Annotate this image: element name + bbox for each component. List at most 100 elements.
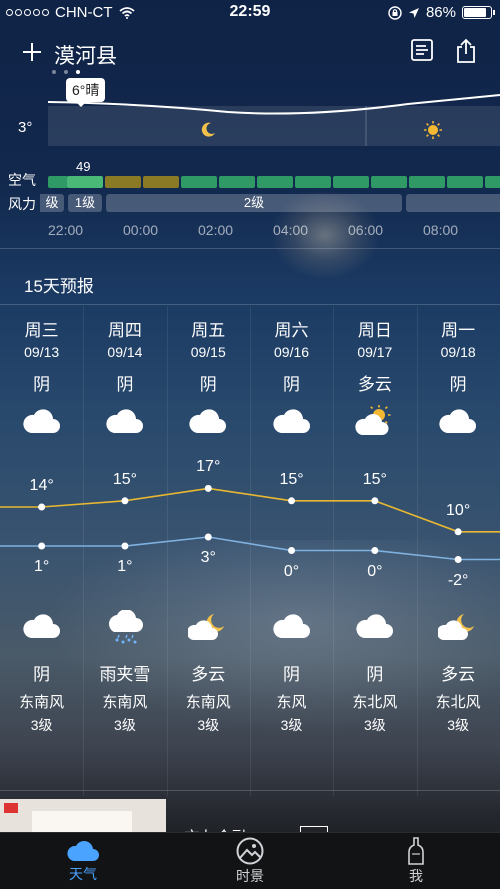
aqi-bar	[295, 176, 331, 188]
tab-label: 时景	[236, 868, 264, 884]
high-temp-point	[371, 497, 379, 505]
section-divider	[0, 304, 500, 305]
cloud-icon	[67, 841, 99, 861]
hour-label: 02:00	[198, 222, 234, 238]
cloud-icon	[438, 405, 478, 437]
forecast-wind-direction: 东南风	[185, 694, 231, 711]
add-city-button[interactable]	[22, 36, 48, 66]
cloud-icon	[272, 610, 312, 642]
bottle-icon	[408, 837, 424, 865]
list-icon	[411, 39, 433, 61]
forecast-weekday: 周六	[274, 321, 309, 340]
high-temp-point	[288, 497, 296, 505]
location-arrow-icon	[408, 7, 419, 18]
forecast-day-weather: 阴	[33, 375, 51, 394]
high-temp-point	[38, 503, 46, 511]
moon-icon	[201, 122, 215, 137]
high-temp-point	[454, 528, 462, 536]
aqi-bar	[105, 176, 141, 188]
cloud-icon	[188, 405, 228, 437]
rotation-lock-icon	[388, 5, 402, 20]
moon-cloud-icon	[436, 610, 478, 642]
forecast-night-weather: 阴	[366, 665, 384, 684]
aqi-row-label: 空气	[8, 172, 36, 188]
sun-cloud-icon	[355, 405, 395, 437]
cloud-icon	[105, 405, 145, 437]
forecast-night-weather: 雨夹雪	[99, 665, 151, 684]
aqi-bar	[485, 176, 500, 188]
forecast-wind-level: 3级	[114, 717, 136, 733]
page-indicator	[52, 70, 80, 74]
forecast-wind-direction: 东南风	[19, 694, 65, 711]
forecast-title: 15天预报	[24, 277, 94, 296]
aqi-bar	[409, 176, 445, 188]
low-temp-point	[288, 547, 296, 554]
forecast-date: 09/14	[107, 344, 143, 360]
sleet-icon	[105, 609, 145, 644]
tab-bar: 天气 时景 我	[0, 832, 500, 889]
hour-label: 08:00	[423, 222, 459, 238]
low-temp-point	[371, 547, 379, 554]
section-divider	[0, 248, 500, 249]
section-divider	[0, 790, 500, 791]
wind-segment	[406, 194, 500, 212]
city-name[interactable]: 漠河县	[54, 40, 117, 70]
aqi-bar	[219, 176, 255, 188]
photo-icon	[236, 837, 264, 865]
low-temp-point	[454, 556, 462, 563]
forecast-day-weather: 阴	[283, 375, 301, 394]
aqi-bar	[371, 176, 407, 188]
cloud-icon	[355, 610, 395, 642]
moon-cloud-icon	[187, 610, 228, 642]
forecast-weekday: 周日	[357, 321, 392, 340]
forecast-weekday: 周四	[107, 321, 142, 340]
forecast-wind-level: 3级	[280, 717, 303, 733]
tab-me[interactable]: 我	[366, 833, 466, 889]
low-temp-point	[38, 542, 46, 550]
forecast-wind-level: 3级	[447, 717, 470, 733]
cloud-icon	[22, 610, 62, 642]
aqi-bar	[257, 176, 293, 188]
forecast-day-weather: 多云	[357, 375, 392, 394]
hour-label: 04:00	[273, 222, 309, 238]
forecast-date: 09/18	[440, 344, 476, 360]
cloud-icon	[272, 405, 312, 437]
list-button[interactable]	[410, 38, 438, 66]
hour-label: 22:00	[48, 222, 84, 238]
forecast-wind-direction: 东南风	[102, 694, 148, 711]
wind-segment: 2级	[106, 194, 402, 212]
forecast-night-weather: 阴	[33, 665, 51, 684]
forecast-weekday: 周三	[24, 321, 59, 340]
tab-scenery[interactable]: 时景	[200, 833, 300, 889]
tab-weather[interactable]: 天气	[33, 833, 133, 889]
aqi-bar	[333, 176, 369, 188]
hourly-axis-temp: 3°	[18, 119, 33, 136]
forecast-date: 09/17	[357, 344, 393, 360]
header: 漠河县	[0, 34, 500, 74]
hour-label: 06:00	[348, 222, 384, 238]
high-temp-point	[204, 484, 212, 492]
ad-badge	[4, 803, 18, 813]
tab-label: 我	[409, 868, 423, 884]
forecast-weekday: 周五	[191, 321, 226, 340]
forecast-date: 09/16	[274, 344, 310, 360]
forecast-night-weather: 阴	[283, 665, 301, 684]
share-button[interactable]	[454, 38, 482, 66]
forecast-date: 09/13	[24, 344, 60, 360]
low-temp-point	[121, 542, 129, 550]
temperature-chart	[0, 484, 500, 563]
forecast-night-weather: 多云	[191, 665, 226, 684]
tab-label: 天气	[69, 866, 97, 882]
wind-segment: 级	[40, 194, 64, 212]
wind-segment: 1级	[68, 194, 102, 212]
forecast-wind-level: 3级	[30, 717, 53, 733]
wind-row-label: 风力	[8, 196, 36, 212]
high-temp-point	[121, 497, 129, 505]
aqi-bar	[447, 176, 483, 188]
forecast-day-weather: 阴	[116, 375, 134, 394]
aqi-value: 49	[76, 159, 91, 174]
forecast-weekday: 周一	[441, 321, 476, 340]
aqi-bar	[48, 176, 68, 188]
aqi-bar	[67, 176, 103, 188]
hourly-temp-curve	[48, 94, 500, 115]
